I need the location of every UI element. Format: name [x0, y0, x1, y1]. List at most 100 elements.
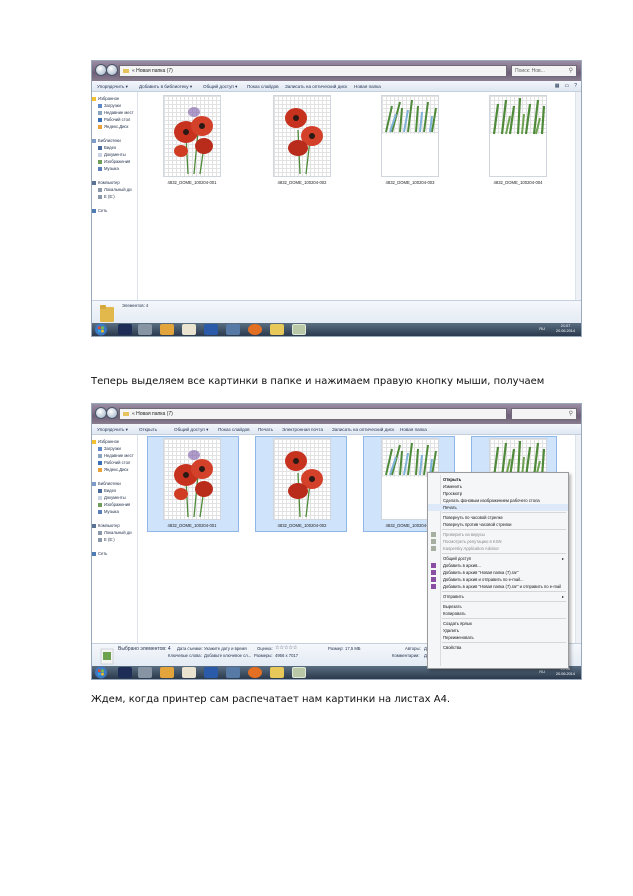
file-thumbnail[interactable]: [273, 438, 331, 520]
language-indicator[interactable]: RU: [539, 669, 545, 674]
context-menu-item[interactable]: Изменить: [428, 483, 568, 490]
context-menu-item[interactable]: Добавить в архив и отправить по e-mail..…: [428, 576, 568, 583]
context-menu-item[interactable]: Добавить в архив "Новая папка (7).rar" и…: [428, 583, 568, 590]
nav-local-disk[interactable]: Локальный ди: [98, 529, 132, 536]
forward-button[interactable]: [106, 407, 118, 419]
nav-video[interactable]: Видео: [98, 487, 116, 494]
context-menu-item[interactable]: Открыть: [428, 476, 568, 483]
file-name[interactable]: 4832_DOME_100204-004: [482, 180, 554, 186]
file-name[interactable]: 4832_DOME_100204-002: [266, 180, 338, 186]
nav-music[interactable]: Музыка: [98, 508, 119, 515]
file-name[interactable]: 4832_DOME_100204-001: [156, 523, 228, 529]
slideshow-button[interactable]: Показ слайдов: [247, 81, 279, 92]
context-menu-item[interactable]: Добавить в архив...: [428, 562, 568, 569]
email-button[interactable]: Электронная почта: [282, 424, 323, 435]
file-thumbnail[interactable]: [163, 95, 221, 177]
context-menu-item[interactable]: Вырезать: [428, 603, 568, 610]
firefox-icon[interactable]: [248, 667, 262, 678]
file-thumbnail[interactable]: [273, 95, 331, 177]
nav-drive-e[interactable]: E (E:): [98, 193, 115, 200]
context-menu-item[interactable]: Копировать: [428, 610, 568, 617]
open-button[interactable]: Открыть: [139, 424, 157, 435]
word-icon[interactable]: [204, 667, 218, 678]
photo-viewer-icon[interactable]: [292, 324, 306, 335]
context-menu-item[interactable]: Переименовать: [428, 634, 568, 641]
start-button-icon[interactable]: [94, 666, 108, 679]
explorer-icon[interactable]: [270, 324, 284, 335]
add-to-library-button[interactable]: Добавить в библиотеку ▾: [139, 81, 192, 92]
taskbar-app-icon[interactable]: [160, 324, 174, 335]
nav-yandex-disk[interactable]: Яндекс.Диск: [98, 123, 128, 130]
file-thumbnail[interactable]: [381, 95, 439, 177]
vertical-scrollbar[interactable]: [575, 435, 581, 655]
organize-button[interactable]: Упорядочить ▾: [97, 424, 128, 435]
taskbar-app-icon[interactable]: [138, 324, 152, 335]
nav-recent[interactable]: Недавние мест: [98, 109, 134, 116]
nav-documents[interactable]: Документы: [98, 151, 126, 158]
print-button[interactable]: Печать: [258, 424, 273, 435]
nav-computer[interactable]: Компьютер: [92, 522, 120, 529]
taskbar-app-icon[interactable]: [118, 324, 132, 335]
share-button[interactable]: Общий доступ ▾: [203, 81, 237, 92]
context-menu-item[interactable]: Повернуть по часовой стрелке: [428, 514, 568, 521]
burn-button[interactable]: Записать на оптический диск: [285, 81, 347, 92]
word-icon[interactable]: [204, 324, 218, 335]
new-folder-button[interactable]: Новая папка: [354, 81, 381, 92]
context-menu-item[interactable]: Добавить в архив "Новая папка (7).rar": [428, 569, 568, 576]
help-icon[interactable]: ?: [574, 82, 577, 91]
context-menu-item[interactable]: Создать ярлык: [428, 620, 568, 627]
pane-icon[interactable]: ▭: [564, 82, 569, 91]
file-thumbnail[interactable]: [489, 95, 547, 177]
nav-local-disk[interactable]: Локальный ди: [98, 186, 132, 193]
burn-button[interactable]: Записать на оптический диск: [332, 424, 394, 435]
nav-yandex-disk[interactable]: Яндекс.Диск: [98, 466, 128, 473]
file-thumbnail[interactable]: [163, 438, 221, 520]
nav-favorites[interactable]: Избранное: [92, 95, 119, 102]
context-menu-item[interactable]: Отправить ▸: [428, 593, 568, 600]
context-menu-item[interactable]: Сделать фоновым изображением рабочего ст…: [428, 497, 568, 504]
nav-recent[interactable]: Недавние мест: [98, 452, 134, 459]
nav-images[interactable]: Изображения: [98, 158, 130, 165]
taskbar-app-icon[interactable]: [138, 667, 152, 678]
share-button[interactable]: Общий доступ ▾: [174, 424, 208, 435]
nav-video[interactable]: Видео: [98, 144, 116, 151]
nav-libraries[interactable]: Библиотеки: [92, 480, 121, 487]
nav-desktop[interactable]: Рабочий стол: [98, 459, 130, 466]
language-indicator[interactable]: RU: [539, 326, 545, 331]
context-menu-item[interactable]: Общий доступ ▸: [428, 555, 568, 562]
vertical-scrollbar[interactable]: [575, 92, 581, 312]
slideshow-button[interactable]: Показ слайдов: [218, 424, 250, 435]
context-menu-item[interactable]: Просмотр: [428, 490, 568, 497]
start-button-icon[interactable]: [94, 323, 108, 336]
explorer-icon[interactable]: [270, 667, 284, 678]
rating-stars[interactable]: ☆☆☆☆☆: [275, 645, 297, 651]
context-menu-item[interactable]: Печать: [428, 504, 568, 511]
nav-downloads[interactable]: Загрузки: [98, 445, 121, 452]
forward-button[interactable]: [106, 64, 118, 76]
file-name[interactable]: 4832_DOME_100204-002: [266, 523, 338, 529]
firefox-icon[interactable]: [248, 324, 262, 335]
taskbar-app-icon[interactable]: [160, 667, 174, 678]
nav-drive-e[interactable]: E (E:): [98, 536, 115, 543]
nav-favorites[interactable]: Избранное: [92, 438, 119, 445]
taskbar-app-icon[interactable]: [182, 667, 196, 678]
clock[interactable]: 21:07 20.06.2014: [556, 324, 575, 334]
nav-downloads[interactable]: Загрузки: [98, 102, 121, 109]
view-icon[interactable]: ▦: [555, 82, 560, 91]
nav-desktop[interactable]: Рабочий стол: [98, 116, 130, 123]
context-menu-item[interactable]: Удалить: [428, 627, 568, 634]
nav-computer[interactable]: Компьютер: [92, 179, 120, 186]
date-value[interactable]: Укажите дату и время: [204, 646, 247, 652]
nav-images[interactable]: Изображения: [98, 501, 130, 508]
photo-viewer-icon[interactable]: [292, 667, 306, 678]
taskbar-app-icon[interactable]: [226, 667, 240, 678]
search-input[interactable]: ⚲: [511, 408, 577, 420]
taskbar-app-icon[interactable]: [226, 324, 240, 335]
nav-music[interactable]: Музыка: [98, 165, 119, 172]
file-name[interactable]: 4832_DOME_100204-003: [374, 180, 446, 186]
taskbar-app-icon[interactable]: [118, 667, 132, 678]
nav-network[interactable]: Сеть: [92, 207, 107, 214]
search-input[interactable]: Поиск: Нов... ⚲: [511, 65, 577, 77]
nav-libraries[interactable]: Библиотеки: [92, 137, 121, 144]
nav-documents[interactable]: Документы: [98, 494, 126, 501]
